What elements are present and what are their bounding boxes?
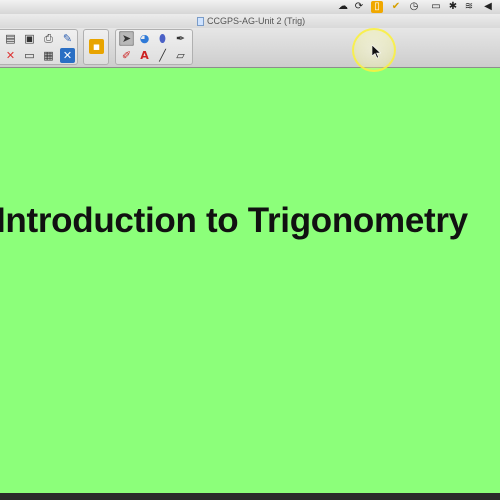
highlighter-icon[interactable]: ⬮ bbox=[155, 31, 170, 46]
lock-tools-group: ▪ bbox=[83, 29, 109, 65]
lock-icon[interactable]: ▪ bbox=[89, 39, 104, 54]
draw-tools-group: ➤ ◕ ⬮ ✒ ✐ A ╱ ▱ bbox=[115, 29, 193, 65]
window-title-text: CCGPS-AG-Unit 2 (Trig) bbox=[207, 16, 306, 26]
wifi-icon[interactable]: ≋ bbox=[463, 1, 475, 13]
line-icon[interactable]: ╱ bbox=[155, 48, 170, 63]
pens-icon[interactable]: ✐ bbox=[119, 48, 134, 63]
open-file-icon[interactable]: ▣ bbox=[22, 31, 37, 46]
toolbar: ▤ ▣ ⎙ ✎ ✕ ▭ ▦ ✕ ▪ ➤ ◕ ⬮ ✒ ✐ A ╱ ▱ bbox=[0, 28, 500, 68]
menu-bar: ☁ ⟳ ▯ ✔ ◷ ▭ ✱ ≋ ◀ bbox=[0, 0, 500, 15]
document-icon bbox=[197, 16, 204, 26]
display-icon[interactable]: ▭ bbox=[430, 1, 442, 13]
new-page-icon[interactable]: ▤ bbox=[3, 31, 18, 46]
fill-icon[interactable]: ◕ bbox=[137, 31, 152, 46]
table-icon[interactable]: ▦ bbox=[41, 48, 56, 63]
window-title: CCGPS-AG-Unit 2 (Trig) bbox=[197, 15, 305, 27]
file-tools-group: ▤ ▣ ⎙ ✎ ✕ ▭ ▦ ✕ bbox=[0, 29, 78, 65]
slide-title: Introduction to Trigonometry bbox=[0, 201, 468, 240]
close-page-icon[interactable]: ✕ bbox=[60, 48, 75, 63]
bluetooth-icon[interactable]: ✱ bbox=[447, 1, 459, 13]
window-title-bar: CCGPS-AG-Unit 2 (Trig) bbox=[0, 14, 500, 28]
sync-icon[interactable]: ⟳ bbox=[353, 1, 365, 13]
save-icon[interactable]: ⎙ bbox=[41, 31, 56, 46]
magic-pen-icon[interactable]: ✒ bbox=[173, 31, 188, 46]
delete-icon[interactable]: ✕ bbox=[3, 48, 18, 63]
fullscreen-icon[interactable]: ▭ bbox=[22, 48, 37, 63]
eraser-icon[interactable]: ▱ bbox=[173, 48, 188, 63]
clipboard-icon[interactable]: ▯ bbox=[371, 1, 383, 13]
print-icon[interactable]: ✎ bbox=[60, 31, 75, 46]
text-icon[interactable]: A bbox=[137, 48, 152, 63]
clock-icon[interactable]: ◷ bbox=[408, 1, 420, 13]
mouse-pointer-icon bbox=[372, 45, 381, 59]
cloud-icon[interactable]: ☁ bbox=[337, 1, 349, 13]
select-arrow-icon[interactable]: ➤ bbox=[119, 31, 134, 46]
bottom-edge bbox=[0, 493, 500, 500]
volume-icon[interactable]: ◀ bbox=[482, 1, 494, 13]
checkmark-icon[interactable]: ✔ bbox=[390, 1, 402, 13]
